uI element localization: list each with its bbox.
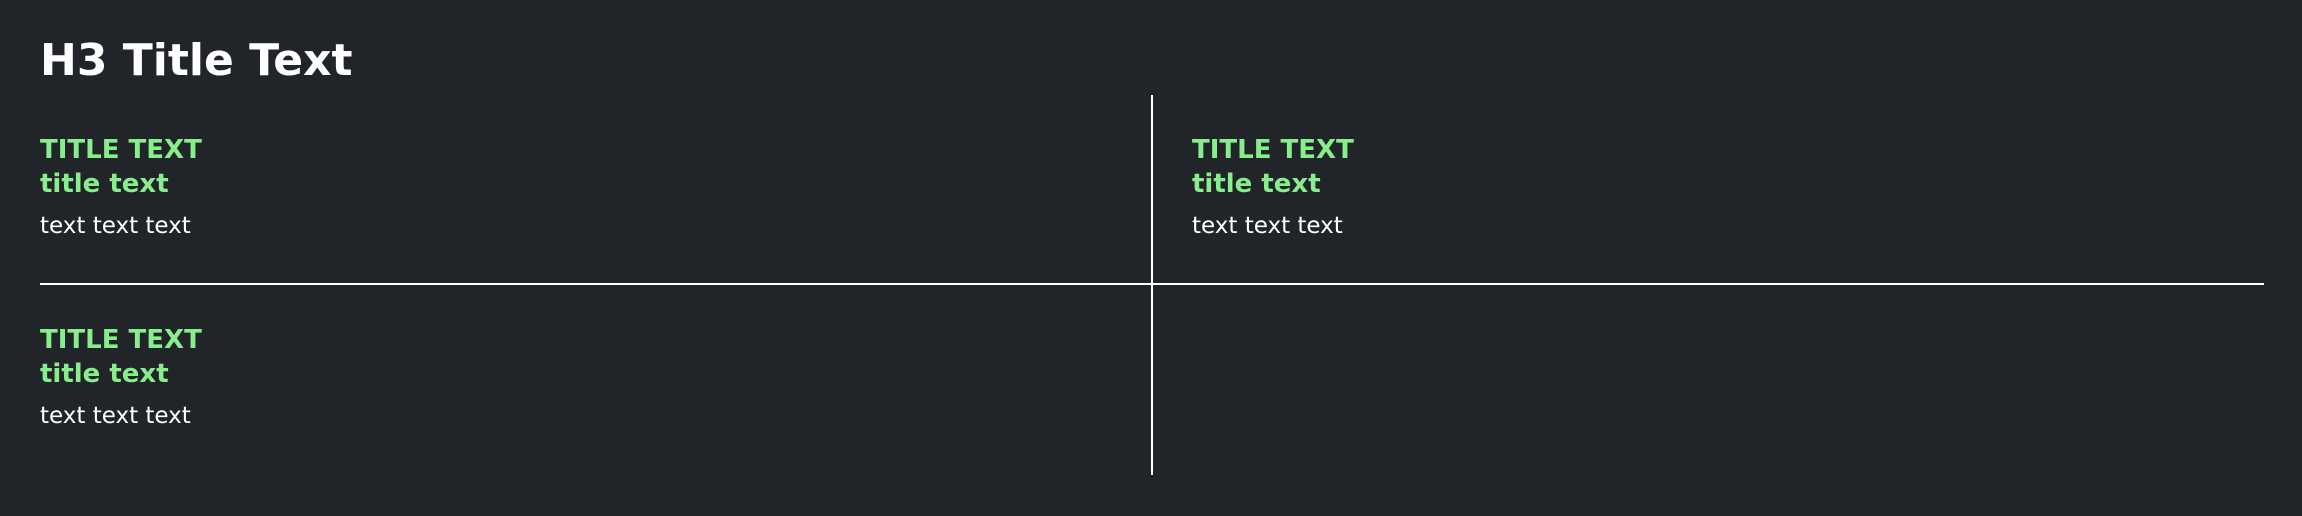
cell-title-lowercase: title text bbox=[40, 359, 169, 389]
page-title: H3 Title Text bbox=[40, 35, 353, 86]
cell-body-text: text text text bbox=[1192, 213, 1343, 239]
content-grid: TITLE TEXT title text text text text TIT… bbox=[40, 95, 2264, 475]
horizontal-divider bbox=[40, 283, 2264, 285]
cell-title-lowercase: title text bbox=[1192, 169, 1321, 199]
cell-body-text: text text text bbox=[40, 403, 191, 429]
cell-title-uppercase: TITLE TEXT bbox=[1192, 135, 1354, 165]
cell-title-lowercase: title text bbox=[40, 169, 169, 199]
cell-body-text: text text text bbox=[40, 213, 191, 239]
vertical-divider bbox=[1151, 95, 1153, 475]
cell-title-uppercase: TITLE TEXT bbox=[40, 135, 202, 165]
cell-title-uppercase: TITLE TEXT bbox=[40, 325, 202, 355]
grid-cell-top-right: TITLE TEXT title text text text text bbox=[1192, 133, 2192, 241]
grid-cell-bottom-left: TITLE TEXT title text text text text bbox=[40, 323, 1040, 431]
grid-cell-top-left: TITLE TEXT title text text text text bbox=[40, 133, 1040, 241]
